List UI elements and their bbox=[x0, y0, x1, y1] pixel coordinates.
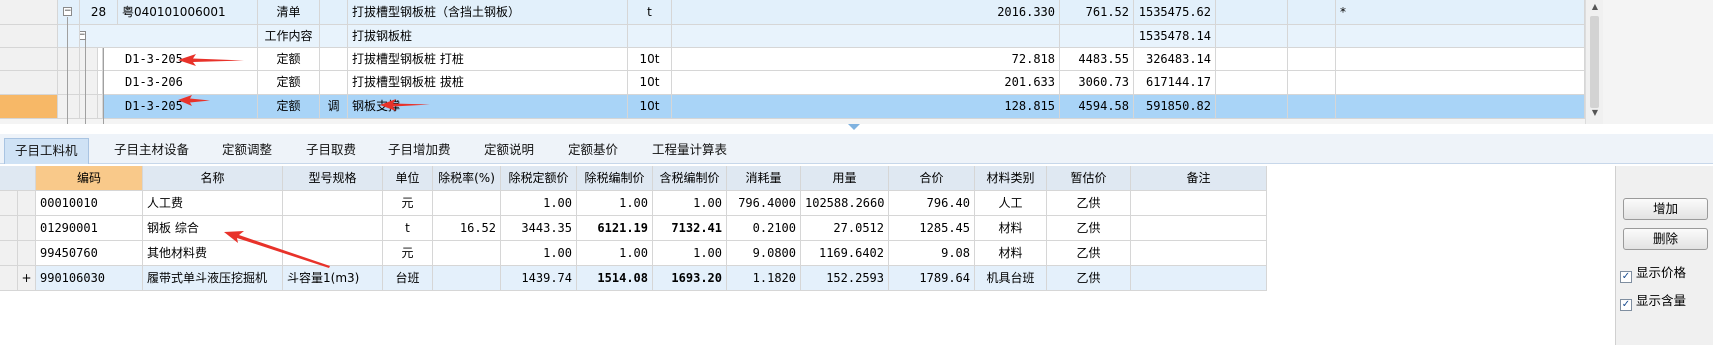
tab-sub-labor-material-machine[interactable]: 子目工料机 bbox=[4, 138, 89, 164]
table-row[interactable]: D1-3-206 定额 打拔槽型钢板桩 拔桩 10t 201.633 3060.… bbox=[0, 71, 1585, 95]
vertical-scrollbar[interactable]: ▲ ▼ bbox=[1585, 0, 1603, 124]
scroll-down-icon[interactable]: ▼ bbox=[1590, 108, 1600, 117]
scroll-thumb[interactable] bbox=[1590, 16, 1599, 108]
tab-quantity-calculation[interactable]: 工程量计算表 bbox=[642, 138, 737, 164]
splitter-handle-icon[interactable] bbox=[848, 124, 860, 130]
tab-quota-base-price[interactable]: 定额基价 bbox=[558, 138, 628, 164]
table-row[interactable]: 01290001 钢板 综合 t 16.52 3443.35 6121.19 7… bbox=[0, 216, 1267, 241]
expand-row-icon[interactable]: + bbox=[18, 266, 36, 291]
annotation-arrow-icon bbox=[178, 54, 244, 66]
delete-button[interactable]: 删除 bbox=[1623, 228, 1708, 250]
checkbox-checked-icon[interactable]: ✓ bbox=[1620, 299, 1632, 311]
detail-tab-bar: 子目工料机 子目主材设备 定额调整 子目取费 子目增加费 定额说明 定额基价 工… bbox=[0, 134, 1713, 164]
tree-line bbox=[85, 40, 86, 124]
annotation-arrow-icon bbox=[178, 95, 210, 106]
show-content-checkbox[interactable]: ✓ 显示含量 bbox=[1620, 290, 1686, 311]
table-row[interactable]: 00010010 人工费 元 1.00 1.00 1.00 796.4000 1… bbox=[0, 191, 1267, 216]
side-panel: 增加 删除 ✓ 显示价格 ✓ 显示含量 bbox=[1615, 166, 1713, 345]
add-button[interactable]: 增加 bbox=[1623, 198, 1708, 220]
annotation-arrow-icon bbox=[224, 231, 330, 268]
table-row[interactable]: 99450760 其他材料费 元 1.00 1.00 1.00 9.0800 1… bbox=[0, 241, 1267, 266]
checkbox-checked-icon[interactable]: ✓ bbox=[1620, 271, 1632, 283]
tree-line bbox=[67, 17, 68, 124]
tab-sub-added-fee[interactable]: 子目增加费 bbox=[378, 138, 461, 164]
table-row[interactable]: − 28 粤040101006001 清单 打拔槽型钢板桩（含挡土钢板） t 2… bbox=[0, 0, 1585, 25]
collapse-toggle-icon[interactable]: − bbox=[63, 7, 72, 16]
table-row[interactable]: − 工作内容 打拔钢板桩 1535478.14 bbox=[0, 25, 1585, 48]
table-row[interactable]: + 990106030 履带式单斗液压挖掘机 斗容量1(m3) 台班 1439.… bbox=[0, 266, 1267, 291]
tree-line bbox=[103, 48, 104, 124]
tab-quota-adjustment[interactable]: 定额调整 bbox=[212, 138, 282, 164]
annotation-arrow-icon bbox=[380, 99, 430, 111]
tab-sub-fee[interactable]: 子目取费 bbox=[296, 138, 366, 164]
show-price-checkbox[interactable]: ✓ 显示价格 bbox=[1620, 262, 1686, 283]
collapse-toggle-icon[interactable]: − bbox=[80, 31, 86, 40]
table-row-selected[interactable]: D1-3-205 定额 调 钢板支撑 10t 128.815 4594.58 5… bbox=[0, 95, 1585, 119]
quota-tree-grid: − 28 粤040101006001 清单 打拔槽型钢板桩（含挡土钢板） t 2… bbox=[0, 0, 1713, 124]
table-header: 编码 名称 型号规格 单位 除税率(%) 除税定额价 除税编制价 含税编制价 消… bbox=[0, 166, 1267, 191]
tab-quota-description[interactable]: 定额说明 bbox=[474, 138, 544, 164]
tab-sub-main-material-equipment[interactable]: 子目主材设备 bbox=[104, 138, 199, 164]
scroll-up-icon[interactable]: ▲ bbox=[1590, 2, 1600, 11]
